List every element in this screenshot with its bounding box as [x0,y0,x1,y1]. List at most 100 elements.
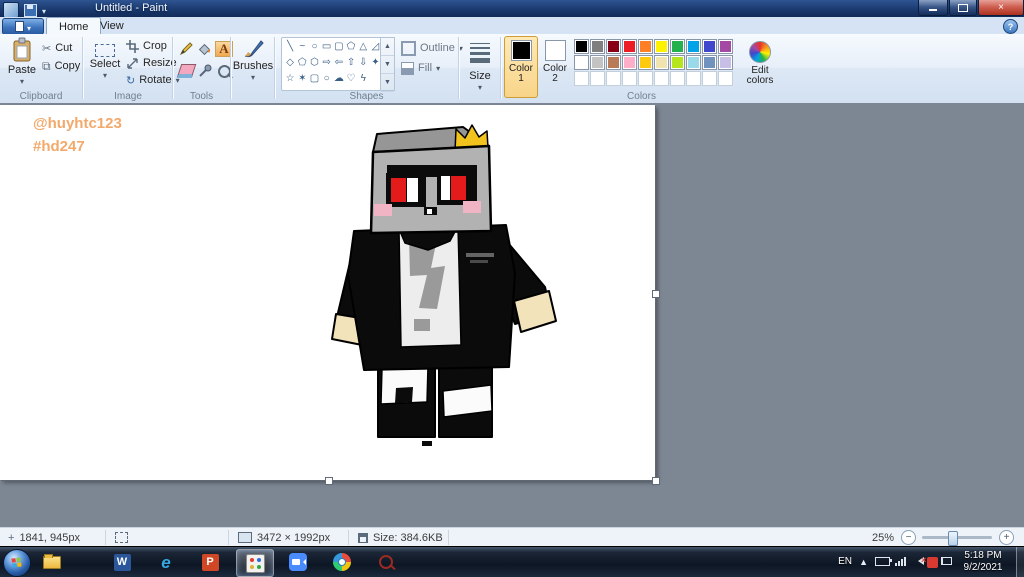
show-desktop-button[interactable] [1016,547,1024,577]
taskbar-internet-explorer-button[interactable] [148,549,184,575]
palette-swatch[interactable] [606,55,621,70]
hidden-icons-chevron[interactable]: ▲ [859,557,868,567]
start-button[interactable] [3,549,31,577]
zoom-slider[interactable] [922,531,992,546]
palette-swatch[interactable] [686,39,701,54]
help-button[interactable] [1003,19,1018,34]
size-button[interactable]: Size [461,36,499,98]
color2-button[interactable]: Color 2 [538,36,572,98]
palette-swatch[interactable] [654,55,669,70]
palette-swatch[interactable] [638,55,653,70]
shape-lightning[interactable]: ϟ [357,71,369,87]
shape-hexagon[interactable]: ⬡ [308,55,320,71]
palette-swatch[interactable] [702,55,717,70]
close-button[interactable] [978,0,1024,16]
shape-callout-rounded[interactable]: ▢ [308,71,320,87]
shape-triangle[interactable]: △ [357,39,369,55]
zoom-in-button[interactable]: + [999,530,1014,545]
taskbar-zoom-button[interactable] [280,549,316,575]
scroll-down-icon[interactable]: ▼ [381,56,394,74]
canvas-resize-handle-corner[interactable] [652,477,660,485]
resize-button[interactable]: Resize [126,55,177,71]
shape-callout-cloud[interactable]: ☁ [333,71,345,87]
palette-swatch-empty[interactable] [606,71,621,86]
copy-button[interactable]: ⧉ Copy [42,58,80,74]
palette-swatch-empty[interactable] [590,71,605,86]
action-center-flag-icon[interactable] [941,557,952,567]
taskbar-word-button[interactable] [104,549,140,575]
color-picker-tool[interactable] [195,61,215,81]
minimize-button[interactable] [918,0,948,16]
canvas-resize-handle-right[interactable] [652,290,660,298]
edit-colors-button[interactable]: Edit colors [740,36,780,98]
taskbar-powerpoint-button[interactable] [192,549,228,575]
eraser-tool[interactable] [176,61,196,81]
notification-app-icon[interactable] [927,557,938,570]
palette-swatch[interactable] [718,55,733,70]
paint-canvas[interactable]: @huyhtc123 #hd247 [0,105,655,480]
palette-swatch[interactable] [670,39,685,54]
shape-pentagon[interactable]: ⬠ [296,55,308,71]
taskbar-browser-button[interactable] [324,549,360,575]
zoom-out-button[interactable]: − [901,530,916,545]
cut-button[interactable]: ✂ Cut [42,40,72,56]
color1-button[interactable]: Color 1 [504,36,538,98]
fill-tool[interactable] [195,39,215,59]
shape-diamond[interactable]: ◇ [284,55,296,71]
volume-icon[interactable] [914,555,926,567]
palette-swatch[interactable] [606,39,621,54]
shape-arrow-left[interactable]: ⇦ [333,55,345,71]
palette-swatch[interactable] [590,55,605,70]
network-icon[interactable] [895,557,906,566]
shape-rounded-rectangle[interactable]: ▢ [333,39,345,55]
gallery-more-icon[interactable]: ▼ [381,74,394,92]
outline-button[interactable]: Outline [401,40,463,56]
palette-swatch-empty[interactable] [638,71,653,86]
palette-swatch-empty[interactable] [686,71,701,86]
canvas-resize-handle-bottom[interactable] [325,477,333,485]
shape-star-5[interactable]: ☆ [284,71,296,87]
shape-callout-oval[interactable]: ○ [321,71,333,87]
save-icon[interactable] [24,3,37,17]
paint-app-icon[interactable] [3,2,19,18]
palette-swatch-empty[interactable] [670,71,685,86]
crop-button[interactable]: Crop [126,38,167,54]
shape-star-6[interactable]: ✶ [296,71,308,87]
palette-swatch-empty[interactable] [574,71,589,86]
taskbar-clock[interactable]: 5:18 PM 9/2/2021 [954,550,1012,574]
shape-curve[interactable]: ~ [296,39,308,55]
palette-swatch-empty[interactable] [622,71,637,86]
shape-arrow-right[interactable]: ⇨ [321,55,333,71]
language-indicator[interactable]: EN [838,556,852,567]
shape-ellipse[interactable]: ○ [308,39,320,55]
palette-swatch-empty[interactable] [654,71,669,86]
palette-swatch[interactable] [590,39,605,54]
shape-rectangle[interactable]: ▭ [321,39,333,55]
palette-swatch-empty[interactable] [702,71,717,86]
palette-swatch[interactable] [574,55,589,70]
shape-line[interactable]: ╲ [284,39,296,55]
palette-swatch[interactable] [686,55,701,70]
palette-swatch[interactable] [670,55,685,70]
shape-polygon[interactable]: ⬠ [345,39,357,55]
battery-icon[interactable] [875,557,892,568]
application-menu-button[interactable] [2,18,44,35]
scroll-up-icon[interactable]: ▲ [381,38,394,56]
tab-view[interactable]: View [88,17,136,34]
palette-swatch[interactable] [654,39,669,54]
shape-arrow-down[interactable]: ⇩ [357,55,369,71]
paste-button[interactable]: Paste [3,36,41,98]
palette-swatch[interactable] [622,55,637,70]
zoom-slider-thumb[interactable] [948,531,958,546]
palette-swatch[interactable] [638,39,653,54]
taskbar-explorer-button[interactable] [34,549,70,575]
maximize-button[interactable] [949,0,977,16]
palette-swatch-empty[interactable] [718,71,733,86]
palette-swatch[interactable] [622,39,637,54]
brushes-button[interactable]: Brushes [233,36,273,98]
taskbar-paint-button[interactable] [236,549,274,577]
pencil-tool[interactable] [176,39,196,59]
select-button[interactable]: Select [86,36,124,98]
fill-button[interactable]: Fill [401,60,440,76]
shape-arrow-up[interactable]: ⇧ [345,55,357,71]
